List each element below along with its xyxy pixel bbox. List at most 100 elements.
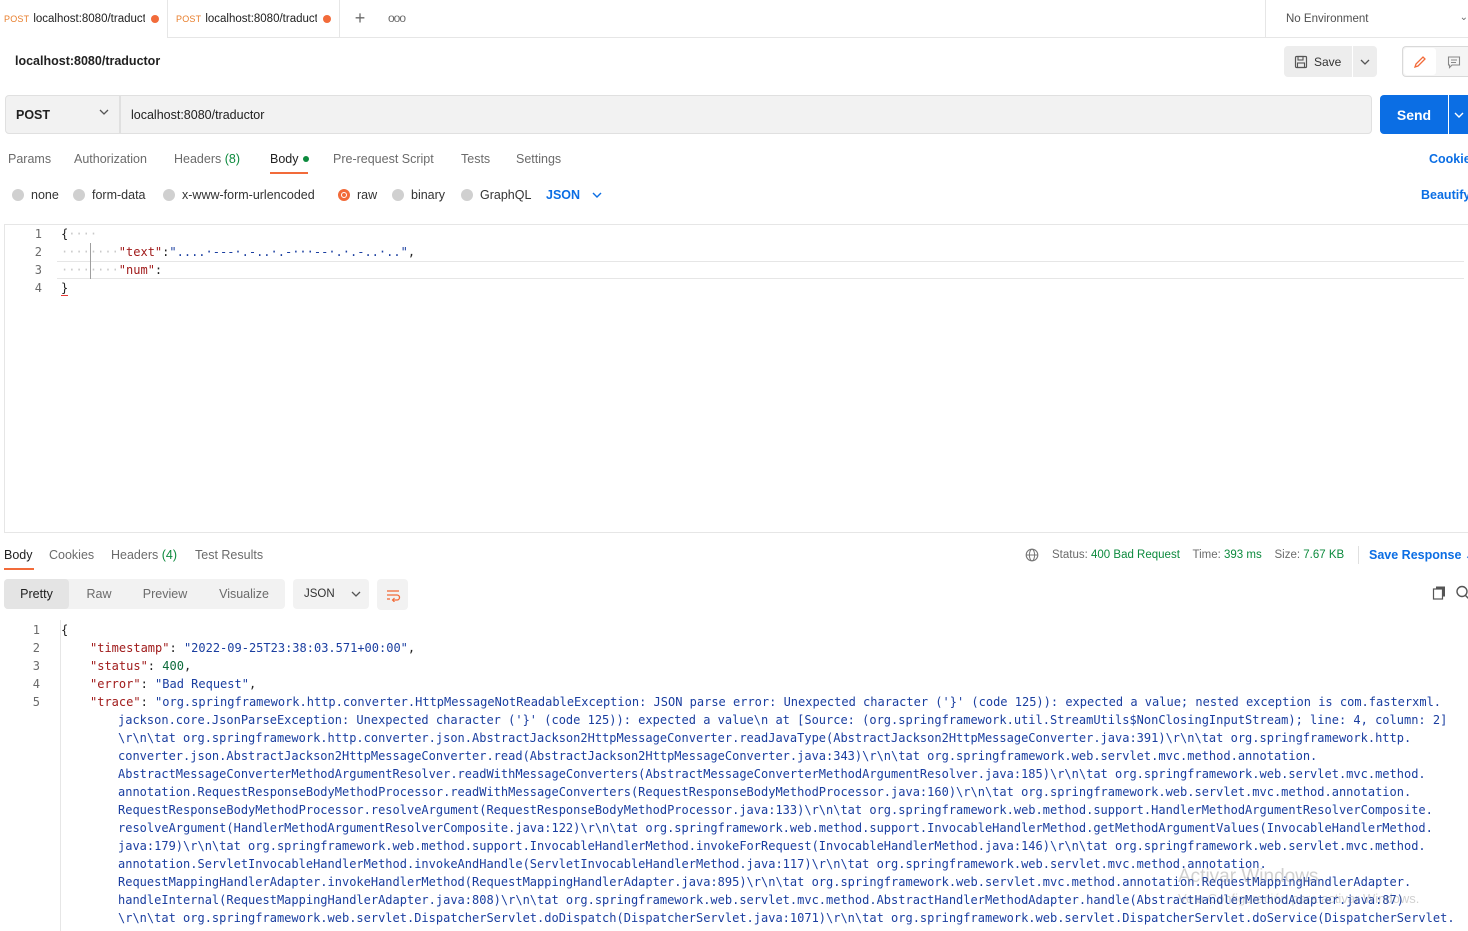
globe-icon[interactable]	[1025, 548, 1039, 565]
save-button[interactable]: Save	[1284, 46, 1352, 77]
response-tab-body[interactable]: Body	[4, 548, 33, 562]
json-comma: ,	[407, 245, 416, 259]
body-type-form-data[interactable]: form-data	[73, 188, 146, 202]
body-type-binary[interactable]: binary	[392, 188, 445, 202]
tab-headers-label: Headers	[174, 152, 222, 166]
tab-method: POST	[4, 14, 30, 24]
body-type-none[interactable]: none	[12, 188, 59, 202]
response-format-select[interactable]: JSON	[293, 579, 369, 609]
trace-continuation: annotation.ServletInvocableHandlerMethod…	[118, 857, 1267, 871]
active-line-highlight	[57, 261, 1464, 279]
trace-continuation: \r\n\tat org.springframework.http.conver…	[118, 731, 1412, 745]
trace-continuation: AbstractMessageConverterMethodArgumentRe…	[118, 767, 1426, 781]
radio-icon	[12, 189, 24, 201]
json-key: "timestamp"	[90, 641, 170, 655]
line-number: 1	[34, 227, 42, 241]
trace-continuation: \r\n\tat org.springframework.web.servlet…	[118, 911, 1455, 925]
divider	[1358, 546, 1359, 564]
beautify-link[interactable]: Beautify	[1421, 188, 1468, 202]
save-response-button[interactable]: Save Response ⌄	[1369, 548, 1468, 562]
radio-label: binary	[411, 188, 446, 202]
active-tab-indicator	[270, 172, 308, 174]
edit-pencil-button[interactable]	[1404, 48, 1436, 75]
tab-authorization[interactable]: Authorization	[74, 152, 147, 166]
tab-headers[interactable]: Headers (8)	[174, 152, 240, 166]
wrap-lines-button[interactable]	[377, 579, 408, 610]
tab-method: POST	[176, 14, 202, 24]
response-status-summary: Status: 400 Bad Request Time: 393 ms Siz…	[1052, 549, 1344, 561]
json-string-value: "2022-09-25T23:38:03.571+00:00"	[183, 641, 408, 655]
wrap-lines-icon	[386, 589, 400, 602]
chevron-down-icon: ⌄	[1459, 12, 1468, 23]
response-line-trace: "trace": "org.springframework.http.conve…	[90, 695, 1442, 709]
body-modified-dot-icon	[303, 156, 309, 162]
send-button[interactable]: Send	[1380, 95, 1448, 134]
trace-continuation: resolveArgument(HandlerMethodArgumentRes…	[118, 821, 1433, 835]
code-line-2: ········"text":"....·---·.-..·.-···--·.·…	[61, 245, 416, 259]
gutter-divider	[60, 620, 61, 931]
http-method-select[interactable]: POST	[5, 95, 120, 134]
body-type-raw[interactable]: raw	[338, 188, 377, 202]
json-key: "text"	[118, 245, 163, 259]
line-number: 3	[32, 659, 40, 673]
response-tab-test-results[interactable]: Test Results	[195, 548, 263, 562]
radio-icon	[461, 189, 473, 201]
body-type-urlencoded[interactable]: x-www-form-urlencoded	[163, 188, 315, 202]
tab-body[interactable]: Body	[270, 152, 299, 166]
view-tab-preview[interactable]: Preview	[132, 579, 198, 609]
status-value[interactable]: 400 Bad Request	[1091, 549, 1180, 561]
line-number: 3	[34, 263, 42, 277]
view-tab-raw[interactable]: Raw	[79, 579, 119, 609]
close-brace: }	[61, 281, 69, 296]
view-tab-pretty[interactable]: Pretty	[4, 579, 69, 609]
comments-button[interactable]	[1440, 48, 1468, 75]
line-number: 4	[32, 677, 40, 691]
raw-format-select[interactable]: JSON	[546, 188, 602, 202]
radio-label: x-www-form-urlencoded	[182, 188, 315, 202]
tab-pre-request-script[interactable]: Pre-request Script	[333, 152, 434, 166]
tab-name: localhost:8080/traductor	[33, 13, 146, 25]
more-tabs-icon[interactable]: ooo	[388, 8, 406, 28]
tab-tests[interactable]: Tests	[461, 152, 490, 166]
unsaved-dot-icon	[323, 15, 332, 23]
cookies-link[interactable]: Cookies	[1429, 152, 1468, 166]
json-key: "trace"	[90, 695, 141, 709]
new-tab-plus-icon[interactable]: +	[350, 8, 370, 28]
response-view-tabs: Pretty Raw Preview Visualize	[4, 579, 285, 609]
request-tab-2[interactable]: POST localhost:8080/traductor	[168, 0, 340, 38]
trace-continuation: jackson.core.JsonParseException: Unexpec…	[118, 713, 1448, 727]
chevron-down-icon	[592, 192, 602, 198]
radio-icon	[392, 189, 404, 201]
response-tab-cookies[interactable]: Cookies	[49, 548, 94, 562]
line-number: 2	[32, 641, 40, 655]
time-value[interactable]: 393 ms	[1224, 549, 1262, 561]
save-options-button[interactable]	[1353, 46, 1377, 77]
json-number-value: 400	[162, 659, 184, 673]
response-headers-label: Headers	[111, 548, 159, 562]
environment-selector[interactable]: No Environment ⌄	[1265, 0, 1468, 38]
radio-label: raw	[357, 188, 378, 202]
json-key: "error"	[90, 677, 141, 691]
status-label: Status:	[1052, 549, 1088, 561]
time-label: Time:	[1192, 549, 1221, 561]
size-value[interactable]: 7.67 KB	[1303, 549, 1344, 561]
code-line-1: {····	[61, 227, 98, 241]
send-options-button[interactable]	[1449, 95, 1468, 134]
body-type-graphql[interactable]: GraphQL	[461, 188, 531, 202]
windows-activation-watermark-text: Ve a Configuración para activar Windows.	[1178, 891, 1420, 906]
search-icon[interactable]	[1455, 585, 1468, 603]
url-input[interactable]: localhost:8080/traductor	[120, 95, 1372, 134]
request-title[interactable]: localhost:8080/traductor	[15, 54, 160, 68]
request-tab-1[interactable]: POST localhost:8080/traductor	[0, 0, 168, 38]
radio-label: none	[31, 188, 59, 202]
response-tab-headers[interactable]: Headers (4)	[111, 548, 177, 562]
raw-format-value: JSON	[546, 188, 581, 202]
chevron-down-icon	[99, 109, 109, 115]
tab-settings[interactable]: Settings	[516, 152, 561, 166]
view-tab-visualize[interactable]: Visualize	[209, 579, 279, 609]
trace-continuation: RequestResponseBodyMethodProcessor.resol…	[118, 803, 1433, 817]
json-key: "num"	[118, 263, 155, 277]
line-number: 2	[34, 245, 42, 259]
copy-icon[interactable]	[1432, 585, 1447, 603]
tab-params[interactable]: Params	[8, 152, 51, 166]
